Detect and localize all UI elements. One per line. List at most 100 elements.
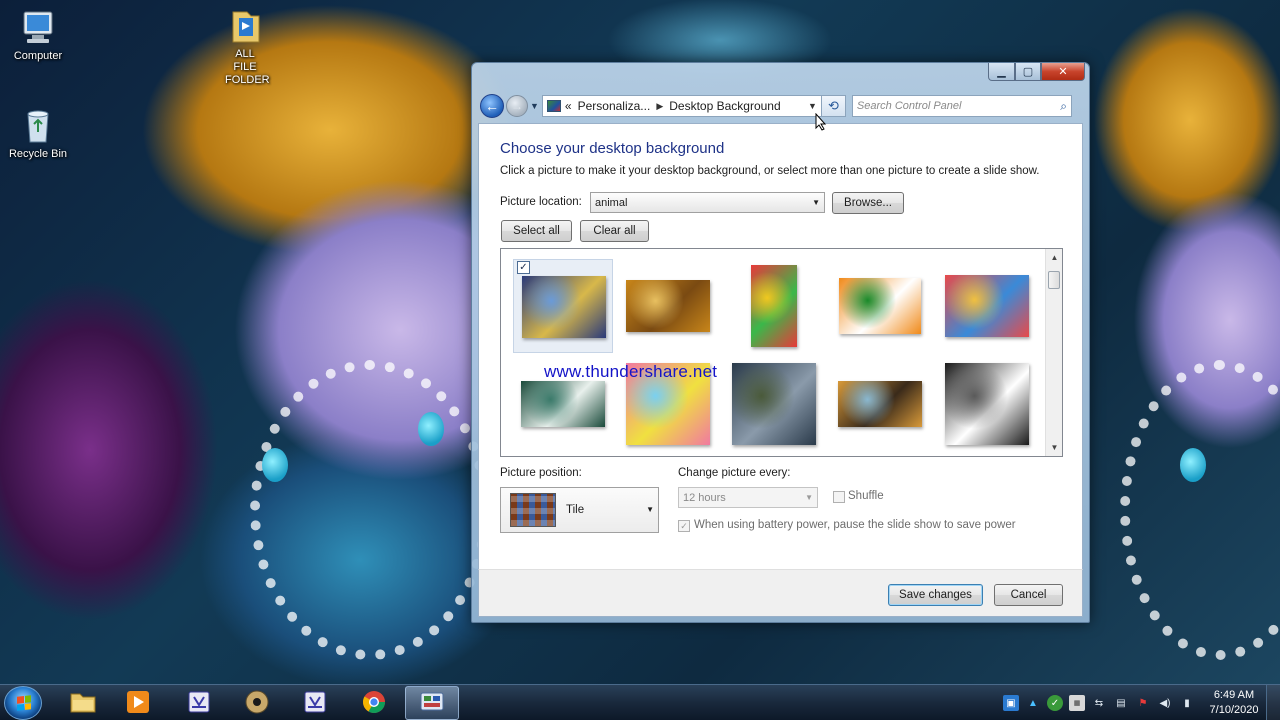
system-clock[interactable]: 6:49 AM 7/10/2020 bbox=[1202, 688, 1266, 718]
breadcrumb-desktop-background[interactable]: Desktop Background bbox=[669, 99, 780, 113]
app-tray-icon[interactable]: ▦ bbox=[1069, 695, 1085, 711]
breadcrumb-personalization[interactable]: Personaliza... bbox=[578, 99, 651, 113]
thumbnail-checkbox[interactable]: ✓ bbox=[517, 261, 530, 274]
browse-button[interactable]: Browse... bbox=[832, 192, 904, 214]
thumb-leopard[interactable] bbox=[838, 381, 922, 427]
chevron-down-icon: ▼ bbox=[812, 198, 820, 207]
volume-icon[interactable]: ◀) bbox=[1157, 695, 1173, 711]
thumbnail-cell[interactable]: ✓ bbox=[513, 259, 613, 353]
thumb-goddess-lotus[interactable] bbox=[945, 275, 1029, 337]
scrollbar-thumb[interactable] bbox=[1048, 271, 1060, 289]
breadcrumb-overflow[interactable]: « bbox=[565, 99, 572, 113]
drive-tray-icon[interactable]: ▲ bbox=[1025, 695, 1041, 711]
picture-location-select[interactable]: animal ▼ bbox=[590, 192, 825, 213]
thumbnail-cell[interactable] bbox=[618, 259, 718, 353]
monitor-tray-icon[interactable]: ▣ bbox=[1003, 695, 1019, 711]
control-panel-icon bbox=[546, 100, 561, 112]
content-pane: Choose your desktop background Click a p… bbox=[478, 123, 1083, 569]
windows-logo-icon bbox=[17, 695, 31, 711]
desktop-background-window: ▁ ▢ ✕ ← → ▼ « Personaliza... ▶ Desktop B… bbox=[471, 62, 1090, 623]
thumbnail-cell[interactable] bbox=[937, 259, 1037, 353]
show-desktop-button[interactable] bbox=[1266, 685, 1280, 720]
start-button[interactable] bbox=[4, 686, 42, 720]
interval-select[interactable]: 12 hours ▼ bbox=[678, 487, 818, 508]
select-all-button[interactable]: Select all bbox=[501, 220, 572, 242]
app-icon bbox=[186, 689, 212, 718]
address-bar[interactable]: « Personaliza... ▶ Desktop Background ▼ bbox=[541, 95, 822, 117]
back-button[interactable]: ← bbox=[480, 94, 504, 118]
minimize-icon: ▁ bbox=[997, 66, 1006, 78]
minimize-button[interactable]: ▁ bbox=[988, 63, 1015, 81]
wallpaper-jewel bbox=[262, 448, 288, 482]
thumbnail-cell[interactable] bbox=[830, 259, 930, 353]
app-taskbar-button-5[interactable] bbox=[288, 686, 342, 720]
thumb-autumn-road[interactable] bbox=[626, 280, 710, 332]
search-icon: ⌕ bbox=[1060, 98, 1067, 113]
thumb-dark-warrior[interactable] bbox=[732, 363, 816, 445]
battery-pause-checkbox[interactable]: ✓ bbox=[678, 520, 690, 532]
scroll-up-icon[interactable]: ▲ bbox=[1046, 249, 1062, 266]
media-player-taskbar-button[interactable] bbox=[111, 686, 165, 720]
control-panel-icon bbox=[419, 689, 445, 718]
tile-preview-icon bbox=[510, 493, 556, 527]
close-button[interactable]: ✕ bbox=[1041, 63, 1085, 81]
window-caption-buttons: ▁ ▢ ✕ bbox=[988, 63, 1085, 81]
breadcrumb-separator-icon[interactable]: ▶ bbox=[656, 101, 663, 112]
forward-arrow-icon: → bbox=[511, 99, 523, 113]
maximize-icon: ▢ bbox=[1022, 66, 1034, 78]
play-icon bbox=[125, 689, 151, 718]
scroll-down-icon[interactable]: ▼ bbox=[1046, 439, 1062, 456]
thumb-jelly-beans[interactable] bbox=[751, 265, 797, 347]
picture-grid[interactable]: ✓ www.thundershare.net ▲ ▼ bbox=[500, 248, 1063, 457]
thumbnail-cell[interactable] bbox=[724, 259, 824, 353]
battery-pause-label: When using battery power, pause the slid… bbox=[694, 519, 1016, 531]
wallpaper-jewel bbox=[1180, 448, 1206, 482]
desktop-icon-recycle-bin[interactable]: Recycle Bin bbox=[0, 106, 76, 160]
thumb-white-feather[interactable] bbox=[521, 381, 605, 427]
page-title: Choose your desktop background bbox=[500, 140, 725, 157]
clock-date: 7/10/2020 bbox=[1209, 704, 1259, 716]
shuffle-label: Shuffle bbox=[848, 490, 884, 502]
desktop-icon-all-file-folder[interactable]: ALL FILE FOLDER bbox=[207, 6, 283, 87]
control-panel-taskbar-button[interactable] bbox=[405, 686, 459, 720]
window-footer: Save changes Cancel bbox=[478, 569, 1083, 617]
wallpaper-garland bbox=[250, 360, 490, 660]
page-instructions: Click a picture to make it your desktop … bbox=[500, 165, 1040, 177]
thumb-deity-painting[interactable] bbox=[522, 276, 606, 338]
chrome-taskbar-button[interactable] bbox=[347, 686, 401, 720]
desktop-icon-computer[interactable]: Computer bbox=[0, 8, 76, 62]
chrome-icon bbox=[361, 689, 387, 718]
wallpaper-garland bbox=[1120, 360, 1280, 660]
save-changes-button[interactable]: Save changes bbox=[888, 584, 983, 606]
network-share-icon[interactable]: ⇆ bbox=[1091, 695, 1107, 711]
clock-time: 6:49 AM bbox=[1213, 689, 1255, 701]
wallpaper-jewel bbox=[418, 412, 444, 446]
thumb-wrist-watch[interactable] bbox=[945, 363, 1029, 445]
thumbnail-cell[interactable] bbox=[830, 357, 930, 451]
folder-icon bbox=[69, 690, 97, 717]
recent-pages-button[interactable]: ▼ bbox=[530, 101, 539, 111]
clear-all-button[interactable]: Clear all bbox=[580, 220, 649, 242]
thumbnail-cell[interactable] bbox=[724, 357, 824, 451]
cancel-button[interactable]: Cancel bbox=[994, 584, 1063, 606]
picture-grid-scrollbar[interactable]: ▲ ▼ bbox=[1045, 249, 1062, 456]
thumb-tricolor-flag[interactable] bbox=[839, 278, 921, 334]
thumbnail-cell[interactable] bbox=[937, 357, 1037, 451]
wifi-signal-icon[interactable]: ▮ bbox=[1179, 695, 1195, 711]
explorer-taskbar-button[interactable] bbox=[56, 686, 110, 720]
search-placeholder: Search Control Panel bbox=[856, 100, 962, 112]
app-taskbar-button-4[interactable] bbox=[230, 686, 284, 720]
clipboard-tray-icon[interactable]: ▤ bbox=[1113, 695, 1129, 711]
app-taskbar-button-3[interactable] bbox=[172, 686, 226, 720]
picture-position-select[interactable]: Tile ▼ bbox=[500, 487, 659, 533]
close-icon: ✕ bbox=[1058, 66, 1068, 78]
picture-location-value: animal bbox=[595, 196, 628, 209]
forward-button[interactable]: → bbox=[506, 95, 528, 117]
shuffle-checkbox[interactable] bbox=[833, 491, 845, 503]
security-shield-icon[interactable]: ✓ bbox=[1047, 695, 1063, 711]
address-dropdown-icon[interactable]: ▼ bbox=[808, 101, 817, 111]
action-center-flag-icon[interactable]: ⚑ bbox=[1135, 695, 1151, 711]
maximize-button[interactable]: ▢ bbox=[1015, 63, 1041, 81]
chevron-down-icon: ▼ bbox=[805, 493, 813, 502]
search-input[interactable]: Search Control Panel ⌕ bbox=[851, 95, 1072, 117]
